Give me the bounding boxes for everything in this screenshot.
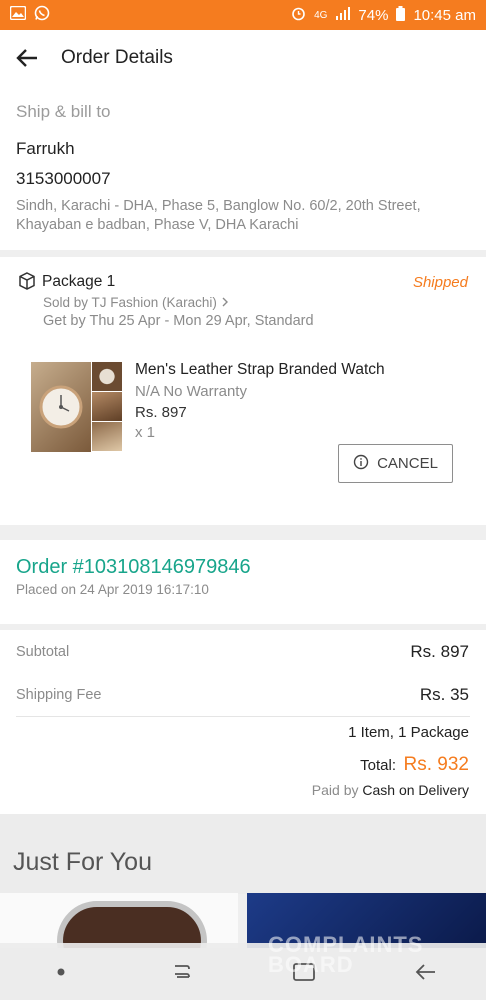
divider — [16, 716, 470, 717]
battery-percent: 74% — [358, 6, 389, 24]
shipping-section-title: Ship & bill to — [16, 102, 111, 121]
status-bar: 4G 74% 10:45 am — [0, 0, 486, 30]
arrow-left-icon — [16, 49, 37, 67]
battery-icon — [396, 5, 406, 25]
subtotal-label: Subtotal — [16, 644, 70, 660]
shipping-card: Ship & bill to Farrukh 3153000007 Sindh,… — [0, 86, 486, 250]
dot-icon — [57, 968, 65, 975]
whatsapp-icon — [34, 5, 50, 25]
order-summary-card: Subtotal Rs. 897 Shipping Fee Rs. 35 1 I… — [0, 630, 486, 814]
cancel-button-label: CANCEL — [377, 455, 438, 472]
signal-icon — [335, 6, 351, 24]
gallery-icon — [9, 5, 27, 24]
recipient-phone: 3153000007 — [16, 169, 111, 188]
just-for-you-title: Just For You — [13, 848, 152, 876]
total-label: Total: — [360, 757, 396, 774]
product-warranty: N/A No Warranty — [135, 383, 247, 400]
clock: 10:45 am — [413, 6, 476, 24]
package-icon — [18, 272, 36, 295]
chevron-right-icon — [221, 295, 229, 310]
order-number: Order #103108146979846 — [16, 556, 251, 578]
subtotal-value: Rs. 897 — [410, 642, 469, 661]
payment-method: Paid by Cash on Delivery — [312, 782, 469, 798]
page-title: Order Details — [61, 47, 173, 68]
alarm-icon — [291, 6, 306, 25]
recipient-name: Farrukh — [16, 139, 75, 158]
recommended-product-image — [57, 901, 207, 948]
total-value: Rs. 932 — [403, 754, 469, 775]
recommended-product-card[interactable] — [0, 893, 238, 948]
recent-apps-button[interactable] — [152, 943, 212, 1000]
cancel-button[interactable]: CANCEL — [338, 444, 453, 483]
seller-label: Sold by TJ Fashion (Karachi) — [43, 295, 217, 310]
nav-dot-button[interactable] — [31, 943, 91, 1000]
app-header: Order Details — [0, 30, 486, 86]
product-quantity: x 1 — [135, 424, 156, 441]
info-icon — [353, 454, 369, 474]
items-count: 1 Item, 1 Package — [348, 724, 469, 741]
watch-photo-thumb — [91, 422, 122, 452]
shipping-fee-label: Shipping Fee — [16, 687, 102, 703]
recent-apps-icon — [175, 964, 191, 978]
just-for-you-section: Just For You — [0, 814, 486, 894]
product-image[interactable] — [31, 362, 122, 452]
watch-photo-thumb — [91, 362, 122, 392]
paid-by-value: Cash on Delivery — [362, 782, 469, 798]
delivery-estimate: Get by Thu 25 Apr - Mon 29 Apr, Standard — [43, 313, 314, 329]
watermark-line: BOARD — [268, 952, 354, 977]
watermark: COMPLAINTS BOARD — [268, 934, 423, 977]
order-info-card: Order #103108146979846 Placed on 24 Apr … — [0, 540, 486, 624]
product-name[interactable]: Men's Leather Strap Branded Watch — [135, 361, 385, 379]
seller-link[interactable]: Sold by TJ Fashion (Karachi) — [43, 295, 229, 310]
watch-photo-main — [31, 362, 91, 452]
product-price: Rs. 897 — [135, 404, 187, 421]
shipping-address: Sindh, Karachi - DHA, Phase 5, Banglow N… — [16, 198, 421, 233]
package-status-badge: Shipped — [412, 274, 468, 291]
watch-photo-thumb — [91, 392, 122, 422]
back-button[interactable] — [0, 30, 54, 86]
package-card: Package 1 Shipped Sold by TJ Fashion (Ka… — [0, 257, 486, 525]
network-type: 4G — [314, 9, 328, 21]
order-placed-date: Placed on 24 Apr 2019 16:17:10 — [16, 582, 209, 597]
paid-by-label: Paid by — [311, 782, 359, 798]
shipping-fee-value: Rs. 35 — [419, 685, 469, 704]
package-title: Package 1 — [42, 273, 116, 290]
